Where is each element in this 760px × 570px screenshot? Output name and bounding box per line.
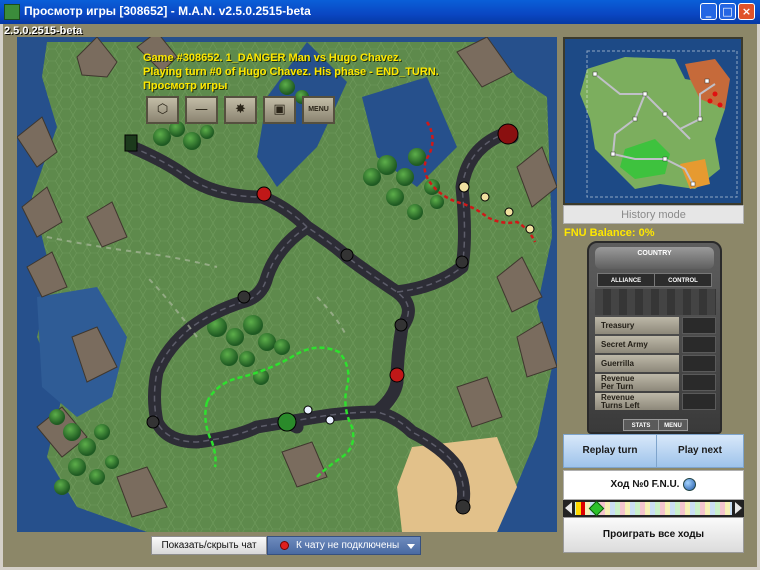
timeline-red-marker — [581, 502, 585, 515]
stat-label: Secret Army — [595, 336, 679, 353]
stat-value — [682, 336, 716, 353]
menu-icon: MENU — [308, 106, 329, 113]
stat-value — [682, 355, 716, 372]
tab-stats[interactable]: STATS — [623, 419, 659, 431]
timeline-left-arrow-icon[interactable] — [565, 502, 572, 514]
minimize-button[interactable]: _ — [700, 3, 717, 20]
game-info-text: Game #308652. 1_DANGER Man vs Hugo Chave… — [143, 51, 439, 93]
country-panel: COUNTRY ALLIANCE CONTROL Treasury Secret… — [587, 241, 722, 434]
stat-label: Guerrilla — [595, 355, 679, 372]
maximize-button[interactable]: □ — [719, 3, 736, 20]
minimap-terrain — [565, 39, 741, 203]
minimap[interactable] — [563, 37, 743, 205]
stat-row-treasury: Treasury — [595, 317, 718, 334]
tab-menu[interactable]: MENU — [658, 419, 688, 431]
hex-icon: ⬡ — [156, 102, 169, 117]
country-header: COUNTRY — [595, 247, 714, 269]
explosion-button[interactable]: ✸ — [224, 96, 257, 124]
toggle-chat-button[interactable]: Показать/скрыть чат — [151, 536, 267, 555]
explosion-icon: ✸ — [235, 102, 246, 117]
stat-label: Revenue Turns Left — [595, 393, 679, 410]
stat-label: Treasury — [595, 317, 679, 334]
stat-value — [682, 374, 716, 391]
replay-turn-button[interactable]: Replay turn — [563, 434, 657, 468]
stat-label: Revenue Per Turn — [595, 374, 679, 391]
play-all-turns-button[interactable]: Проиграть все ходы — [563, 517, 744, 553]
chevron-down-icon — [407, 544, 415, 549]
stat-row-revenue-per-turn: Revenue Per Turn — [595, 374, 718, 391]
timeline-right-arrow-icon[interactable] — [735, 502, 742, 514]
globe-icon — [683, 477, 697, 491]
country-flag-area — [595, 289, 716, 315]
stat-row-secret-army: Secret Army — [595, 336, 718, 353]
turn-indicator: Ход №0 F.N.U. — [563, 470, 744, 500]
turn-timeline[interactable] — [563, 500, 744, 517]
menu-button[interactable]: MENU — [302, 96, 335, 124]
tab-control[interactable]: CONTROL — [654, 273, 712, 287]
turn-label: Ход №0 F.N.U. — [610, 479, 680, 490]
close-button[interactable]: × — [738, 3, 755, 20]
line-tool-button[interactable]: — — [185, 96, 218, 124]
window-title-bar: Просмотр игры [308652] - M.A.N. v2.5.0.2… — [0, 0, 760, 24]
tab-alliance[interactable]: ALLIANCE — [597, 273, 655, 287]
line-icon: — — [195, 102, 208, 117]
country-tabs: ALLIANCE CONTROL — [597, 273, 712, 289]
status-dot-icon — [280, 541, 289, 550]
panel-bottom-tabs: STATS MENU — [623, 419, 693, 431]
stat-row-guerrilla: Guerrilla — [595, 355, 718, 372]
chat-status-label: К чату не подключены — [296, 540, 400, 551]
view-mode-line: Просмотр игры — [143, 80, 228, 92]
history-mode-label: History mode — [563, 205, 744, 224]
fnu-balance: FNU Balance: 0% — [564, 227, 655, 239]
play-next-button[interactable]: Play next — [656, 434, 744, 468]
app-icon — [4, 4, 20, 20]
chat-status-dropdown[interactable]: К чату не подключены — [267, 536, 421, 555]
version-label: 2.5.0.2515-beta — [4, 25, 83, 37]
stat-row-revenue-turns-left: Revenue Turns Left — [595, 393, 718, 410]
hex-grid-button[interactable]: ⬡ — [146, 96, 179, 124]
camera-icon: ▣ — [273, 102, 286, 117]
stat-value — [682, 317, 716, 334]
turn-status-line: Playing turn #0 of Hugo Chavez. His phas… — [143, 66, 439, 78]
screenshot-button[interactable]: ▣ — [263, 96, 296, 124]
window-title: Просмотр игры [308652] - M.A.N. v2.5.0.2… — [24, 4, 311, 18]
stat-value — [682, 393, 716, 410]
game-title-line: Game #308652. 1_DANGER Man vs Hugo Chave… — [143, 52, 402, 64]
